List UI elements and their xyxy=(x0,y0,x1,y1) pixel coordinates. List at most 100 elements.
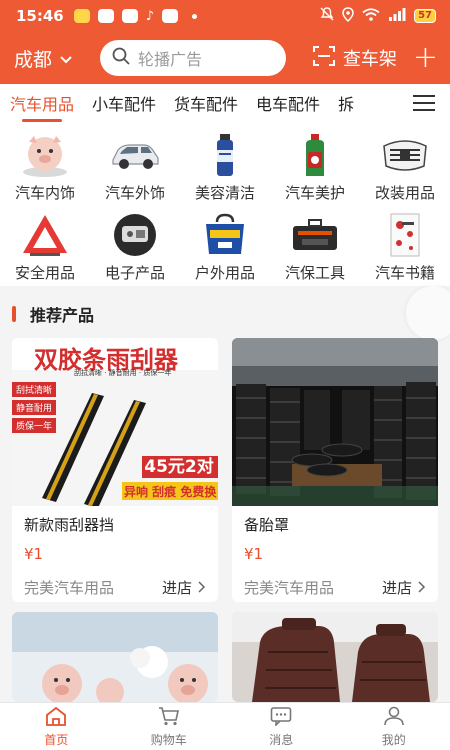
add-icon[interactable]: + xyxy=(413,43,438,73)
notification-app-icon xyxy=(97,9,114,23)
recommend-header: 推荐产品 xyxy=(0,296,450,332)
tab-dismantle[interactable]: 拆 xyxy=(338,84,354,126)
chevron-right-icon xyxy=(198,579,206,597)
tab-ev-parts[interactable]: 电车配件 xyxy=(256,84,320,126)
nav-label: 购物车 xyxy=(150,732,187,747)
category-label: 改装用品 xyxy=(374,184,435,202)
category-label: 汽保工具 xyxy=(284,264,345,282)
category-item[interactable]: 改装用品 xyxy=(360,126,450,206)
nav-label: 我的 xyxy=(381,732,406,747)
search-placeholder: 轮播广告 xyxy=(138,50,203,69)
status-time: 15:46 xyxy=(16,7,64,25)
music-note-icon: ♪ xyxy=(145,8,155,24)
tab-car-supplies[interactable]: 汽车用品 xyxy=(10,84,74,126)
garage-label: 查车架 xyxy=(342,49,397,70)
category-label: 电子产品 xyxy=(104,264,165,282)
bottom-nav: 首页 购物车 消息 我的 xyxy=(0,702,450,750)
book-icon xyxy=(380,212,430,258)
oil-bottle-icon xyxy=(290,132,340,178)
wifi-icon xyxy=(362,7,380,25)
home-icon xyxy=(45,706,67,729)
image-tag: 静音耐用 xyxy=(12,400,57,415)
garage-button[interactable]: 查车架 xyxy=(312,45,397,71)
tab-small-car-parts[interactable]: 小车配件 xyxy=(92,84,156,126)
warning-triangle-icon xyxy=(20,212,70,258)
city-selector[interactable]: 成都 xyxy=(14,45,92,72)
image-tag: 刮拭清晰 xyxy=(12,382,57,397)
product-card[interactable] xyxy=(12,612,218,702)
enter-shop-link[interactable]: 进店 xyxy=(162,577,206,598)
category-label: 汽车内饰 xyxy=(14,184,75,202)
category-item[interactable]: 电子产品 xyxy=(90,206,180,286)
image-footer: 异响 刮痕 免费换 xyxy=(124,485,217,499)
category-item[interactable]: 户外用品 xyxy=(180,206,270,286)
category-item[interactable]: 汽保工具 xyxy=(270,206,360,286)
category-item[interactable]: 汽车书籍 xyxy=(360,206,450,286)
nav-profile[interactable]: 我的 xyxy=(338,703,450,750)
category-label: 户外用品 xyxy=(194,264,255,282)
car-icon xyxy=(110,132,160,178)
user-icon xyxy=(383,706,405,729)
hamburger-icon xyxy=(413,95,435,115)
section-title: 推荐产品 xyxy=(30,306,95,325)
category-label: 汽车美护 xyxy=(284,184,345,202)
location-icon xyxy=(342,6,354,26)
status-bar: 15:46 ♪ 57 xyxy=(0,0,450,32)
enter-shop-link[interactable]: 进店 xyxy=(382,577,426,598)
product-footer: 完美汽车用品 进店 xyxy=(12,563,218,598)
nav-home[interactable]: 首页 xyxy=(0,703,113,750)
product-price: ¥1 xyxy=(244,545,264,563)
gadget-icon xyxy=(110,212,160,258)
product-footer: 完美汽车用品 进店 xyxy=(232,563,438,598)
nav-label: 首页 xyxy=(44,732,69,747)
bag-icon xyxy=(200,212,250,258)
category-item[interactable]: 汽车美护 xyxy=(270,126,360,206)
search-icon xyxy=(112,47,130,69)
city-label: 成都 xyxy=(14,48,53,71)
category-item[interactable]: 汽车外饰 xyxy=(90,126,180,206)
menu-button[interactable] xyxy=(398,84,450,126)
scan-icon xyxy=(312,45,335,71)
category-item[interactable]: 汽车内饰 xyxy=(0,126,90,206)
top-nav: 成都 轮播广告 查车架 + xyxy=(0,32,450,84)
image-tags: 刮拭清晰 静音耐用 质保一年 xyxy=(12,382,57,433)
cart-icon xyxy=(158,706,180,729)
product-price: ¥1 xyxy=(24,545,44,563)
category-item[interactable]: 美容清洁 xyxy=(180,126,270,206)
product-card[interactable] xyxy=(232,612,438,702)
product-image xyxy=(232,612,438,702)
image-subtitle: 刮拭清晰 · 静音耐用 · 质保一年 xyxy=(74,369,172,377)
battery-indicator: 57 xyxy=(414,9,436,23)
product-card[interactable]: 双胶条雨刮器 刮拭清晰 · 静音耐用 · 质保一年 刮拭清晰 静音耐用 质保一年… xyxy=(12,338,218,602)
category-label: 美容清洁 xyxy=(194,184,255,202)
shop-name: 完美汽车用品 xyxy=(244,579,335,597)
image-price-badge: 45元2对 xyxy=(144,457,214,477)
chevron-right-icon xyxy=(418,579,426,597)
category-item[interactable]: 安全用品 xyxy=(0,206,90,286)
nav-messages[interactable]: 消息 xyxy=(225,703,338,750)
notification-app-icon xyxy=(73,9,90,23)
product-card[interactable]: 备胎罩 ¥1 完美汽车用品 进店 xyxy=(232,338,438,602)
tab-truck-parts[interactable]: 货车配件 xyxy=(174,84,238,126)
product-image xyxy=(12,612,218,702)
shop-name: 完美汽车用品 xyxy=(24,579,115,597)
spray-can-icon xyxy=(200,132,250,178)
search-input[interactable]: 轮播广告 xyxy=(100,40,286,76)
nav-label: 消息 xyxy=(269,732,294,747)
category-label: 安全用品 xyxy=(14,264,75,282)
piglet-ornament-icon xyxy=(20,132,70,178)
mute-icon xyxy=(320,7,334,25)
enter-shop-label: 进店 xyxy=(161,579,192,597)
image-tag: 质保一年 xyxy=(12,418,57,433)
category-label: 汽车外饰 xyxy=(104,184,165,202)
signal-icon xyxy=(388,7,406,25)
enter-shop-label: 进店 xyxy=(381,579,412,597)
notification-app-icon xyxy=(162,9,179,23)
product-name: 备胎罩 xyxy=(244,516,290,534)
toolbox-icon xyxy=(290,212,340,258)
grille-icon xyxy=(380,132,430,178)
nav-cart[interactable]: 购物车 xyxy=(113,703,226,750)
category-label: 汽车书籍 xyxy=(374,264,435,282)
chevron-down-icon xyxy=(60,47,72,69)
category-grid: 汽车内饰 汽车外饰 美容清洁 汽车美护 改装用品 安全用品 电子产品 户外用品 … xyxy=(0,126,450,286)
